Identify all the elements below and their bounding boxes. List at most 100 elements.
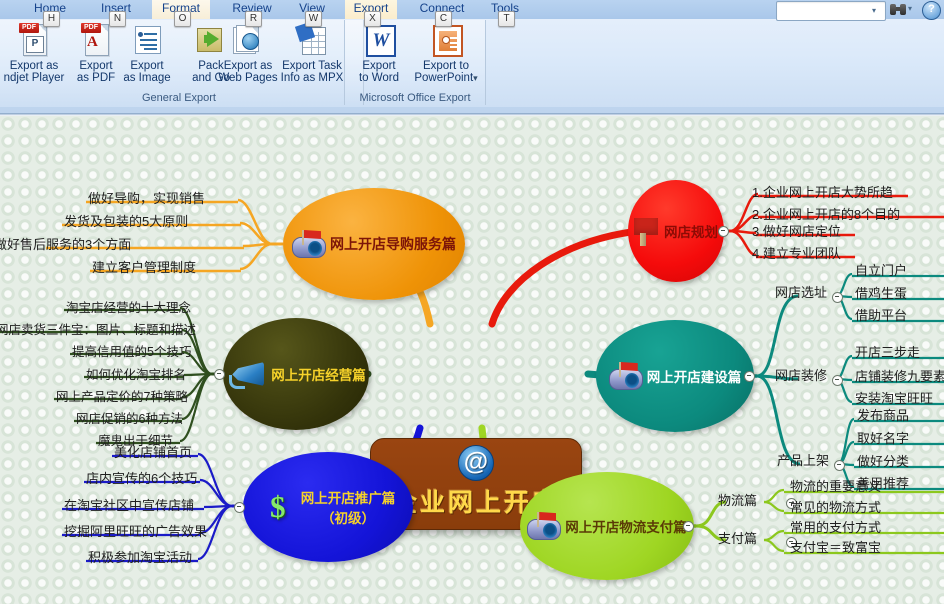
branch-node-tuiguang[interactable]: $ 网上开店推广篇 （初级）	[243, 452, 413, 562]
leaf-item[interactable]: 挖掘阿里旺旺的广告效果	[64, 521, 207, 541]
export-to-word-button[interactable]: W Export to Word	[348, 21, 410, 84]
mailbox-flag-icon	[292, 230, 326, 258]
search-options-caret-icon[interactable]: ▾	[908, 4, 912, 13]
chevron-down-icon[interactable]: ▾	[473, 73, 478, 83]
mailbox-flag-icon	[608, 362, 643, 390]
leaf-item[interactable]: 自立门户	[855, 260, 907, 280]
leaf-item[interactable]: 开店三步走	[855, 342, 920, 362]
keytip-view: W	[305, 11, 322, 27]
branch-label: 网店规划	[664, 225, 718, 240]
leaf-item[interactable]: 借鸡生蛋	[855, 283, 907, 303]
branch-label: 网上开店导购服务篇	[330, 236, 456, 252]
branch-label: 网上开店推广篇	[300, 491, 396, 506]
leaf-item[interactable]: 做好导购，实现销售	[88, 188, 205, 208]
export-task-info-as-mpx-button[interactable]: Export Task Info as MPX	[266, 21, 358, 84]
collapse-toggle-xuanzhi[interactable]	[832, 292, 843, 303]
mpx-grid-icon	[294, 21, 329, 57]
subbranch-label[interactable]: 支付篇	[718, 528, 757, 548]
leaf-item[interactable]: 淘宝店经营的十大理念	[66, 297, 191, 317]
leaf-item[interactable]: 如何优化淘宝排名	[86, 364, 186, 384]
leaf-item[interactable]: 网店卖货三件宝：图片、标题和描述	[0, 319, 196, 339]
branch-label: 网上开店物流支付篇	[565, 520, 687, 535]
application-window: Home Insert Format Review View Export Connect T…	[0, 0, 944, 604]
leaf-item[interactable]: 常见的物流方式	[790, 497, 881, 517]
leaf-item[interactable]: 发布商品	[857, 405, 909, 425]
megaphone-icon	[226, 360, 266, 389]
subbranch-label[interactable]: 网店选址	[775, 282, 827, 302]
export-to-powerpoint-button[interactable]: Export to PowerPoint▾	[408, 21, 484, 84]
button-label-line1: Export	[130, 60, 164, 72]
mindmap-canvas[interactable]: @ 企业网上开店 网上开店导购服务篇 做好导购，实现销售 发货及包装的5大原则 …	[0, 116, 944, 604]
red-flag-icon	[634, 216, 660, 246]
leaf-item[interactable]: 在淘宝社区中宣传店铺	[64, 495, 194, 515]
button-label-line2: Info as MPX	[280, 72, 344, 84]
leaf-item[interactable]: 4.建立专业团队	[752, 243, 841, 263]
word-icon: W	[362, 23, 396, 57]
branch-node-wuliu-zhifu[interactable]: 网上开店物流支付篇	[520, 472, 694, 580]
collapse-toggle-shangjia[interactable]	[834, 460, 845, 471]
subbranch-label[interactable]: 物流篇	[718, 490, 757, 510]
leaf-item[interactable]: 取好名字	[857, 428, 909, 448]
leaf-item[interactable]: 常用的支付方式	[790, 517, 881, 537]
powerpoint-icon	[429, 23, 463, 57]
search-input[interactable]	[776, 1, 886, 21]
branch-node-jianshe[interactable]: 网上开店建设篇	[596, 320, 754, 432]
leaf-item[interactable]: 支付宝＝致富宝	[790, 537, 881, 557]
keytip-connect: C	[435, 11, 452, 27]
keytip-insert: N	[109, 11, 126, 27]
leaf-item[interactable]: 做好售后服务的3个方面	[0, 234, 131, 254]
dollar-sign-icon: $	[270, 489, 286, 524]
image-icon	[130, 23, 164, 57]
leaf-item[interactable]: 1.企业网上开店大势所趋	[752, 182, 893, 202]
keytip-export: X	[364, 11, 381, 27]
ribbon: Home Insert Format Review View Export Connect T…	[0, 0, 944, 116]
leaf-item[interactable]: 店铺装修九要素	[855, 366, 944, 386]
leaf-item[interactable]: 建立客户管理制度	[92, 257, 196, 277]
leaf-item[interactable]: 美化店铺首页	[114, 442, 192, 462]
collapse-toggle-tuiguang[interactable]	[234, 502, 245, 513]
button-label-line1: Export Task	[282, 60, 342, 72]
collapse-toggle-jingying[interactable]	[214, 369, 225, 380]
leaf-item[interactable]: 提高信用值的5个技巧	[72, 341, 191, 361]
branch-node-wangdian-guihua[interactable]: 网店规划	[628, 180, 724, 282]
search-dropdown-caret-icon[interactable]: ▾	[872, 6, 876, 15]
leaf-item[interactable]: 网上产品定价的7种策略	[56, 386, 188, 406]
branch-label: 网上开店经营篇	[271, 368, 366, 383]
leaf-item[interactable]: 发货及包装的5大原则	[64, 211, 188, 231]
connector-guihua	[488, 227, 642, 328]
branch-node-jingying[interactable]: 网上开店经营篇	[223, 318, 369, 430]
leaf-item[interactable]: 积极参加淘宝活动	[88, 547, 192, 567]
help-icon[interactable]: ?	[922, 1, 941, 20]
collapse-toggle-jianshe[interactable]	[744, 371, 755, 382]
collapse-toggle-wuliu-zhifu[interactable]	[683, 521, 694, 532]
keytip-review: R	[245, 11, 262, 27]
pdf-icon: PDF A	[79, 23, 113, 57]
button-label-line1: Export to	[422, 60, 470, 72]
subbranch-label[interactable]: 产品上架	[777, 450, 829, 470]
leaf-item[interactable]: 做好分类	[857, 451, 909, 471]
leaf-item[interactable]: 3.做好网店定位	[752, 221, 841, 241]
keytip-format: O	[174, 11, 191, 27]
ribbon-group-label: General Export	[142, 92, 216, 104]
leaf-item[interactable]: 物流的重要意义	[790, 476, 881, 496]
export-as-image-button[interactable]: Export as Image	[112, 21, 182, 84]
collapse-toggle-guihua[interactable]	[718, 226, 729, 237]
button-label-line2: to Word	[358, 72, 400, 84]
keytip-tools: T	[498, 11, 515, 27]
search-binoculars-icon[interactable]	[890, 2, 906, 16]
keytip-home: H	[43, 11, 60, 27]
button-label-line2: PowerPoint▾	[414, 72, 478, 84]
branch-label: 网上开店建设篇	[646, 370, 742, 385]
branch-node-daogou-fuwu[interactable]: 网上开店导购服务篇	[283, 188, 465, 300]
branch-label-secondary: （初级）	[321, 511, 375, 526]
at-sign-icon: @	[458, 445, 494, 481]
button-label-line2: as Image	[123, 72, 171, 84]
collapse-toggle-zhuangxiu[interactable]	[832, 375, 843, 386]
leaf-item[interactable]: 网店促销的6种方法	[76, 408, 183, 428]
leaf-item[interactable]: 借助平台	[855, 305, 907, 325]
leaf-item[interactable]: 店内宣传的6个技巧	[86, 468, 197, 488]
globe-icon	[231, 23, 265, 57]
subbranch-label[interactable]: 网店装修	[775, 365, 827, 385]
mailbox-flag-icon	[527, 512, 562, 540]
ribbon-group-label: Microsoft Office Export	[359, 92, 471, 104]
